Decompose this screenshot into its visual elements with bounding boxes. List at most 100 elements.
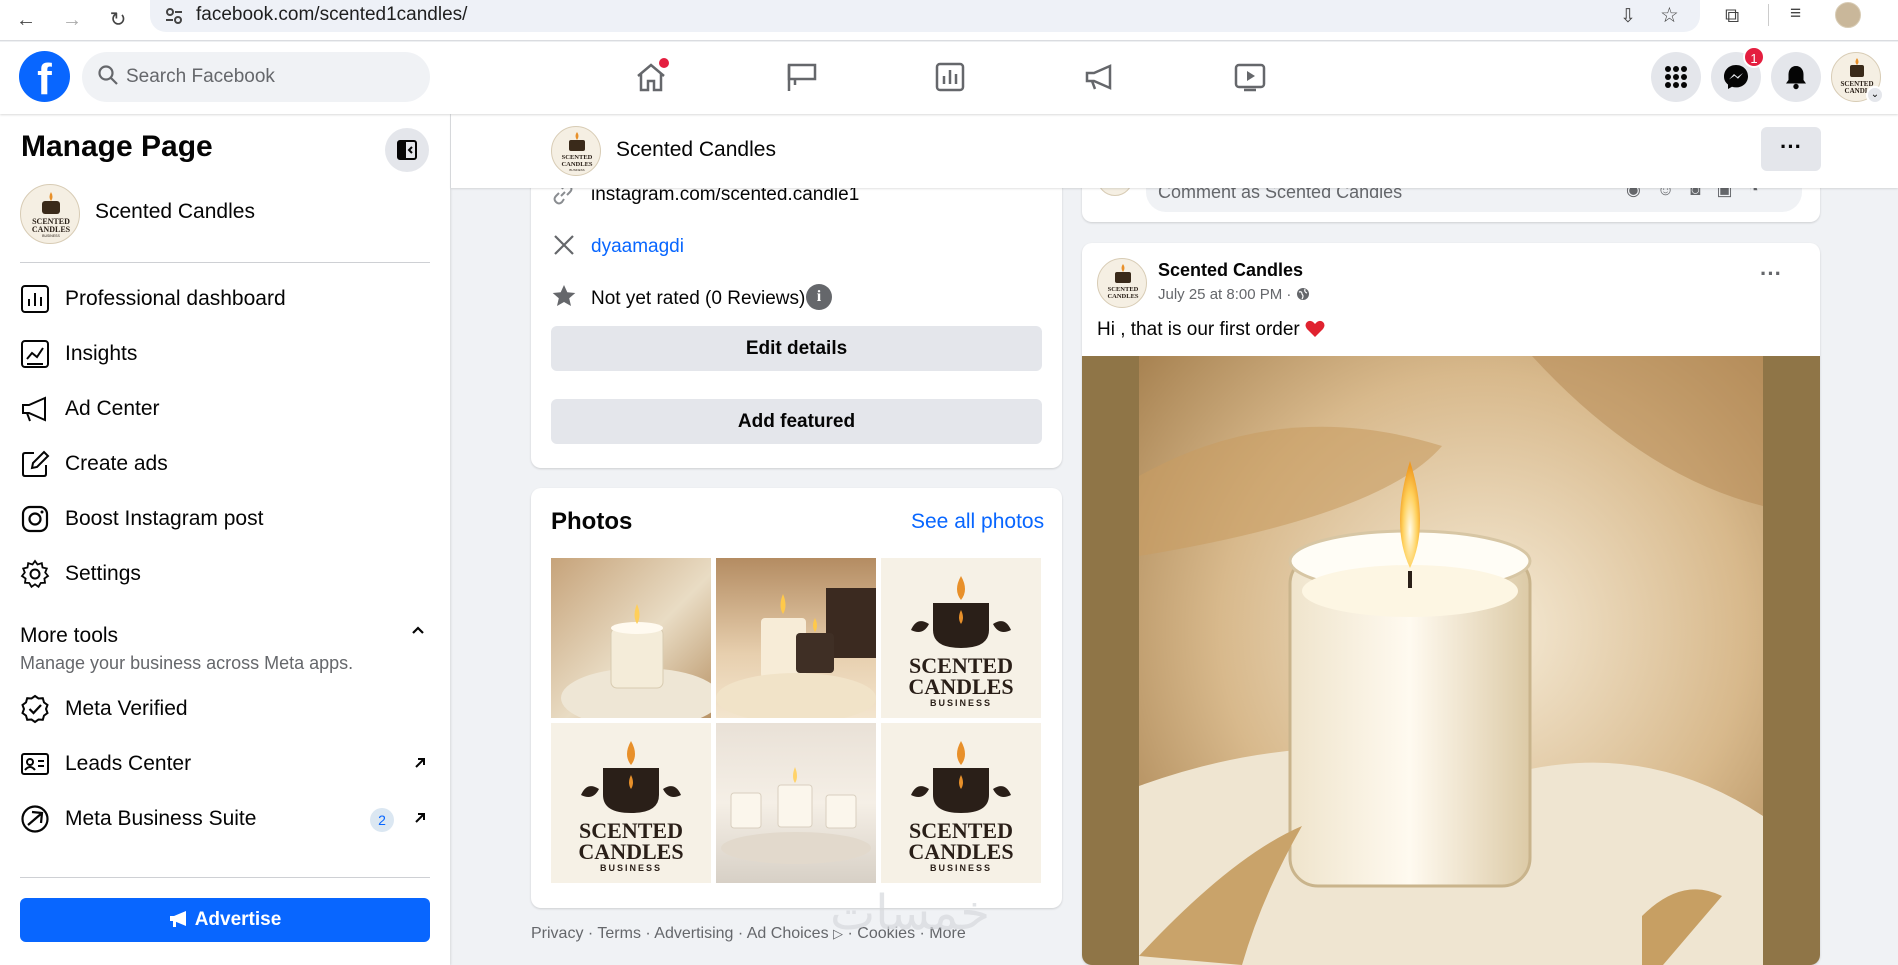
megaphone-icon[interactable]	[1080, 57, 1120, 97]
extensions-icon[interactable]: ⧉	[1725, 5, 1739, 28]
sidebar-item-settings[interactable]: Settings	[20, 553, 440, 595]
sidebar-item-label: Insights	[65, 342, 138, 365]
add-featured-button[interactable]: Add featured	[551, 399, 1042, 444]
external-link-arrow-icon	[415, 758, 425, 768]
reload-icon[interactable]: ↻	[104, 6, 132, 34]
page-avatar[interactable]: SCENTED CANDLES BUSINESS	[551, 126, 601, 176]
photos-card: Photos See all photos SCENTED CANDLES BUSI…	[531, 488, 1062, 908]
more-options-button[interactable]: ···	[1761, 127, 1821, 171]
site-settings-icon[interactable]	[164, 6, 184, 26]
bell-icon	[1786, 66, 1806, 90]
sidebar-item-label: Professional dashboard	[65, 287, 286, 310]
facebook-header: f Search Facebook 1 SCENTED CANDL ⌄	[0, 42, 1898, 114]
photo-thumbnail[interactable]	[551, 558, 711, 718]
logo-text: BUSINESS	[600, 863, 662, 873]
photo-thumbnail-logo[interactable]: SCENTED CANDLES BUSINESS	[551, 723, 711, 883]
sidebar-item-label: Settings	[65, 562, 141, 585]
photo-thumbnail[interactable]	[716, 723, 876, 883]
sidebar-item-leads-center[interactable]: Leads Center	[20, 743, 440, 785]
manage-page-sidebar: Manage Page SCENTED CANDLES BUSINESS Scent…	[0, 114, 450, 965]
sidebar-item-professional-dashboard[interactable]: Professional dashboard	[20, 278, 440, 320]
post-card: SCENTED CANDLES Scented Candles July 25 a…	[1082, 243, 1820, 965]
video-icon[interactable]	[1230, 57, 1270, 97]
grid-icon	[1665, 66, 1687, 88]
x-logo-icon	[554, 235, 574, 255]
logo-text: CANDLES	[578, 839, 683, 864]
post-text: Hi , that is our first order	[1097, 319, 1325, 341]
url-text: facebook.com/scented1candles/	[196, 4, 468, 25]
advertise-button[interactable]: Advertise	[20, 898, 430, 942]
divider	[20, 877, 430, 878]
post-author-name[interactable]: Scented Candles	[1158, 260, 1303, 281]
post-more-options-button[interactable]: ···	[1760, 261, 1782, 287]
svg-text:BUSINESS: BUSINESS	[569, 168, 584, 172]
photo-thumbnail-logo[interactable]: SCENTED CANDLES BUSINESS	[881, 558, 1041, 718]
dashboard-icon	[21, 285, 49, 313]
sidebar-item-create-ads[interactable]: Create ads	[20, 443, 440, 485]
page-name[interactable]: Scented Candles	[616, 138, 776, 162]
see-all-photos-link[interactable]: See all photos	[911, 510, 1044, 534]
browser-toolbar: ← → ↻ facebook.com/scented1candles/ ⇩ ☆ …	[0, 0, 1898, 41]
sidebar-toggle-icon	[397, 140, 417, 160]
menu-grid-button[interactable]	[1651, 52, 1701, 102]
star-icon	[552, 285, 576, 306]
sidebar-page-name[interactable]: Scented Candles	[95, 200, 255, 224]
dashboard-icon[interactable]	[930, 57, 970, 97]
photo-thumbnail-logo[interactable]: SCENTED CANDLES BUSINESS	[881, 723, 1041, 883]
meta-separator: ·	[1286, 286, 1292, 303]
flag-icon[interactable]	[781, 57, 821, 97]
sidebar-item-label: Create ads	[65, 452, 168, 475]
facebook-logo-icon[interactable]: f	[19, 51, 70, 102]
toolbar-divider	[1768, 4, 1769, 26]
candle-photo	[1139, 356, 1763, 965]
sidebar-item-meta-verified[interactable]: Meta Verified	[20, 688, 440, 730]
chevron-down-icon[interactable]: ⌄	[1866, 86, 1884, 104]
logo-text: CANDLES	[908, 674, 1013, 699]
logo-text: BUSINESS	[930, 698, 992, 708]
watermark-logo: خمسات	[830, 885, 991, 941]
info-icon[interactable]: i	[806, 284, 832, 310]
divider	[20, 262, 430, 263]
post-image[interactable]	[1082, 356, 1820, 965]
install-icon[interactable]: ⇩	[1620, 5, 1636, 28]
collapse-sidebar-button[interactable]	[385, 128, 429, 172]
insights-icon	[21, 340, 49, 368]
back-icon[interactable]: ←	[12, 6, 40, 34]
photo-thumbnail[interactable]	[716, 558, 876, 718]
megaphone-icon	[22, 396, 46, 422]
megaphone-icon	[169, 911, 186, 927]
bookmark-star-icon[interactable]: ☆	[1660, 3, 1679, 28]
external-link-arrow-icon	[415, 813, 425, 823]
svg-text:CANDLES: CANDLES	[561, 161, 592, 168]
x-handle-link[interactable]: dyaamagdi	[591, 236, 684, 258]
page-avatar[interactable]: SCENTED CANDLES BUSINESS	[20, 184, 80, 244]
notifications-button[interactable]	[1771, 52, 1821, 102]
footer-links-text[interactable]: Privacy · Terms · Advertising · Ad Choic…	[531, 925, 829, 942]
contact-card-icon	[21, 753, 49, 775]
heart-emoji-icon	[1305, 320, 1325, 337]
svg-text:BUSINESS: BUSINESS	[42, 234, 60, 238]
sidebar-item-label: Leads Center	[65, 752, 192, 775]
svg-text:SCENTED: SCENTED	[1108, 286, 1139, 293]
svg-text:CANDLES: CANDLES	[1107, 293, 1138, 300]
verified-badge-icon	[21, 694, 49, 724]
sidebar-item-label: Meta Verified	[65, 697, 188, 720]
forward-icon[interactable]: →	[58, 6, 86, 34]
search-bar[interactable]: Search Facebook	[82, 52, 430, 102]
globe-icon	[1296, 288, 1309, 300]
address-bar[interactable]: facebook.com/scented1candles/ ⇩ ☆	[150, 0, 1700, 32]
sidebar-item-boost-instagram[interactable]: Boost Instagram post	[20, 498, 440, 540]
media-icon[interactable]: ≡	[1790, 3, 1801, 25]
sidebar-item-meta-business-suite[interactable]: Meta Business Suite 2	[20, 798, 440, 840]
post-author-avatar[interactable]: SCENTED CANDLES	[1097, 258, 1147, 308]
chevron-up-icon[interactable]	[410, 622, 426, 643]
sidebar-item-ad-center[interactable]: Ad Center	[20, 388, 440, 430]
edit-icon	[22, 450, 50, 477]
search-input[interactable]: Search Facebook	[126, 66, 275, 88]
post-time[interactable]: July 25 at 8:00 PM	[1158, 286, 1282, 303]
browser-profile-avatar[interactable]	[1835, 2, 1861, 28]
sidebar-item-insights[interactable]: Insights	[20, 333, 440, 375]
edit-details-button[interactable]: Edit details	[551, 326, 1042, 371]
photos-title: Photos	[551, 508, 633, 535]
home-icon[interactable]	[631, 57, 671, 97]
